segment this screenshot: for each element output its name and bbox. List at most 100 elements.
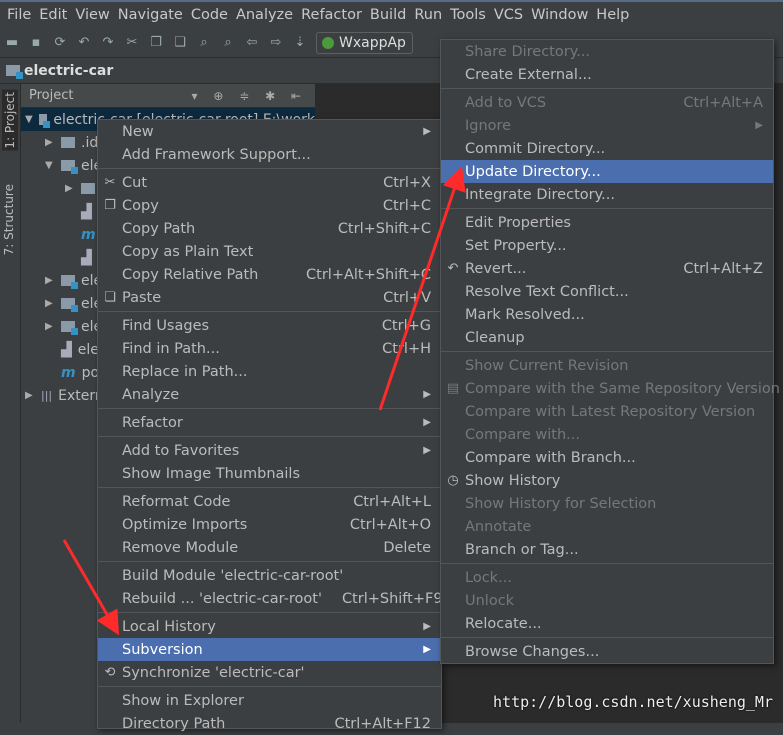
menu-navigate[interactable]: Navigate bbox=[114, 7, 187, 23]
paste-icon: ❏ bbox=[104, 290, 116, 305]
menu-item-copy-as-plain-text[interactable]: Copy as Plain Text bbox=[98, 240, 441, 263]
back-icon[interactable]: ⇦ bbox=[244, 35, 260, 51]
expanded-arrow-icon[interactable]: ▼ bbox=[25, 114, 33, 125]
sync-icon[interactable]: ⟳ bbox=[52, 35, 68, 51]
menu-item-copy[interactable]: ❐ Copy Ctrl+C bbox=[98, 194, 441, 217]
menu-item-label: Replace in Path... bbox=[122, 363, 248, 380]
menu-item-branch-or-tag[interactable]: Branch or Tag... bbox=[441, 538, 773, 561]
shortcut: Ctrl+V bbox=[383, 289, 431, 306]
menu-run[interactable]: Run bbox=[410, 7, 446, 23]
collapsed-arrow-icon[interactable]: ▶ bbox=[65, 183, 75, 194]
menu-code[interactable]: Code bbox=[187, 7, 232, 23]
menu-item-optimize-imports[interactable]: Optimize Imports Ctrl+Alt+O bbox=[98, 513, 441, 536]
menu-item-show-in-explorer[interactable]: Show in Explorer bbox=[98, 689, 441, 712]
copy-icon[interactable]: ❐ bbox=[148, 35, 164, 51]
menu-item-refactor[interactable]: Refactor ▶ bbox=[98, 411, 441, 434]
menu-separator bbox=[98, 561, 441, 562]
save-icon[interactable]: ▪ bbox=[28, 35, 44, 51]
menu-item-share-directory[interactable]: Share Directory... bbox=[441, 40, 773, 63]
menu-item-update-directory[interactable]: Update Directory... bbox=[441, 160, 773, 183]
find-icon[interactable]: ⌕ bbox=[196, 35, 212, 51]
tab-project[interactable]: 1: Project bbox=[2, 90, 18, 151]
menu-item-unlock[interactable]: Unlock bbox=[441, 589, 773, 612]
expanded-arrow-icon[interactable]: ▼ bbox=[45, 160, 55, 171]
collapsed-arrow-icon[interactable]: ▶ bbox=[45, 298, 55, 309]
menu-help[interactable]: Help bbox=[592, 7, 633, 23]
run-configuration-select[interactable]: WxappAp bbox=[316, 31, 413, 54]
undo-icon[interactable]: ↶ bbox=[76, 35, 92, 51]
menu-item-show-image-thumbnails[interactable]: Show Image Thumbnails bbox=[98, 462, 441, 485]
menu-item-relocate[interactable]: Relocate... bbox=[441, 612, 773, 635]
menu-vcs[interactable]: VCS bbox=[490, 7, 527, 23]
menu-item-show-history[interactable]: ◷ Show History bbox=[441, 469, 773, 492]
menu-item-edit-properties[interactable]: Edit Properties bbox=[441, 211, 773, 234]
menu-item-create-external[interactable]: Create External... bbox=[441, 63, 773, 86]
menu-refactor[interactable]: Refactor bbox=[297, 7, 366, 23]
menu-item-cleanup[interactable]: Cleanup bbox=[441, 326, 773, 349]
menu-item-revert[interactable]: ↶ Revert... Ctrl+Alt+Z bbox=[441, 257, 773, 280]
collapsed-arrow-icon[interactable]: ▶ bbox=[45, 321, 55, 332]
menu-item-compare-with-the-same-repository-version[interactable]: ▤ Compare with the Same Repository Versio… bbox=[441, 377, 780, 400]
menu-item-subversion[interactable]: Subversion ▶ bbox=[98, 638, 441, 661]
menu-item-copy-relative-path[interactable]: Copy Relative Path Ctrl+Alt+Shift+C bbox=[98, 263, 441, 286]
menu-item-local-history[interactable]: Local History ▶ bbox=[98, 615, 441, 638]
breadcrumb-electric-car[interactable]: electric-car bbox=[24, 63, 113, 79]
project-view-title[interactable]: Project bbox=[29, 88, 73, 103]
menu-item-build-module-electric-car-root[interactable]: Build Module 'electric-car-root' bbox=[98, 564, 441, 587]
build-icon[interactable]: ⇣ bbox=[292, 35, 308, 51]
menu-item-mark-resolved[interactable]: Mark Resolved... bbox=[441, 303, 773, 326]
menu-item-copy-path[interactable]: Copy Path Ctrl+Shift+C bbox=[98, 217, 441, 240]
menu-item-new[interactable]: New ▶ bbox=[98, 120, 441, 143]
menu-item-find-usages[interactable]: Find Usages Ctrl+G bbox=[98, 314, 441, 337]
menu-item-compare-with-latest-repository-version[interactable]: Compare with Latest Repository Version bbox=[441, 400, 773, 423]
panel-toolbar-icons[interactable]: ▾ ⊕ ≑ ✱ ⇤ bbox=[192, 89, 308, 103]
collapsed-arrow-icon[interactable]: ▶ bbox=[45, 137, 55, 148]
paste-icon[interactable]: ❏ bbox=[172, 35, 188, 51]
menu-item-annotate[interactable]: Annotate bbox=[441, 515, 773, 538]
menu-item-resolve-text-conflict[interactable]: Resolve Text Conflict... bbox=[441, 280, 773, 303]
replace-icon[interactable]: ⌕ bbox=[220, 35, 236, 51]
menu-item-compare-with-branch[interactable]: Compare with Branch... bbox=[441, 446, 773, 469]
menu-item-set-property[interactable]: Set Property... bbox=[441, 234, 773, 257]
menu-item-paste[interactable]: ❏ Paste Ctrl+V bbox=[98, 286, 441, 309]
menu-build[interactable]: Build bbox=[366, 7, 410, 23]
menu-item-label: Edit Properties bbox=[465, 214, 571, 231]
menu-window[interactable]: Window bbox=[527, 7, 592, 23]
collapsed-arrow-icon[interactable]: ▶ bbox=[25, 390, 35, 401]
menu-item-add-to-favorites[interactable]: Add to Favorites ▶ bbox=[98, 439, 441, 462]
menu-item-ignore[interactable]: Ignore ▶ bbox=[441, 114, 773, 137]
menu-view[interactable]: View bbox=[71, 7, 113, 23]
menu-item-label: Add Framework Support... bbox=[122, 146, 311, 163]
menu-item-commit-directory[interactable]: Commit Directory... bbox=[441, 137, 773, 160]
redo-icon[interactable]: ↷ bbox=[100, 35, 116, 51]
menu-edit[interactable]: Edit bbox=[35, 7, 71, 23]
forward-icon[interactable]: ⇨ bbox=[268, 35, 284, 51]
menu-item-rebuild-electric-car-root[interactable]: Rebuild ... 'electric-car-root' Ctrl+Shif… bbox=[98, 587, 443, 610]
menu-item-label: Update Directory... bbox=[465, 163, 601, 180]
menu-item-lock[interactable]: Lock... bbox=[441, 566, 773, 589]
menu-file[interactable]: File bbox=[3, 7, 35, 23]
menu-item-cut[interactable]: ✂ Cut Ctrl+X bbox=[98, 171, 441, 194]
menu-item-add-to-vcs[interactable]: Add to VCS Ctrl+Alt+A bbox=[441, 91, 773, 114]
menu-item-synchronize-electric-car[interactable]: ⟲ Synchronize 'electric-car' bbox=[98, 661, 441, 684]
menu-item-directory-path[interactable]: Directory Path Ctrl+Alt+F12 bbox=[98, 712, 441, 735]
open-icon[interactable]: ▬ bbox=[4, 35, 20, 51]
menu-item-compare-with[interactable]: Compare with... bbox=[441, 423, 773, 446]
menu-item-find-in-path[interactable]: Find in Path... Ctrl+H bbox=[98, 337, 441, 360]
menu-item-show-history-for-selection[interactable]: Show History for Selection bbox=[441, 492, 773, 515]
menu-item-show-current-revision[interactable]: Show Current Revision bbox=[441, 354, 773, 377]
collapsed-arrow-icon[interactable]: ▶ bbox=[45, 275, 55, 286]
module-folder-icon bbox=[61, 298, 78, 312]
menu-item-remove-module[interactable]: Remove Module Delete bbox=[98, 536, 441, 559]
tab-structure[interactable]: 7: Structure bbox=[2, 184, 16, 255]
menu-item-analyze[interactable]: Analyze ▶ bbox=[98, 383, 441, 406]
menu-item-add-framework-support[interactable]: Add Framework Support... bbox=[98, 143, 441, 166]
menu-item-browse-changes[interactable]: Browse Changes... bbox=[441, 640, 773, 663]
menu-analyze[interactable]: Analyze bbox=[232, 7, 297, 23]
menu-item-label: Cleanup bbox=[465, 329, 525, 346]
menu-tools[interactable]: Tools bbox=[446, 7, 490, 23]
menu-item-reformat-code[interactable]: Reformat Code Ctrl+Alt+L bbox=[98, 490, 441, 513]
cut-icon[interactable]: ✂ bbox=[124, 35, 140, 51]
menu-item-replace-in-path[interactable]: Replace in Path... bbox=[98, 360, 441, 383]
menu-item-integrate-directory[interactable]: Integrate Directory... bbox=[441, 183, 773, 206]
